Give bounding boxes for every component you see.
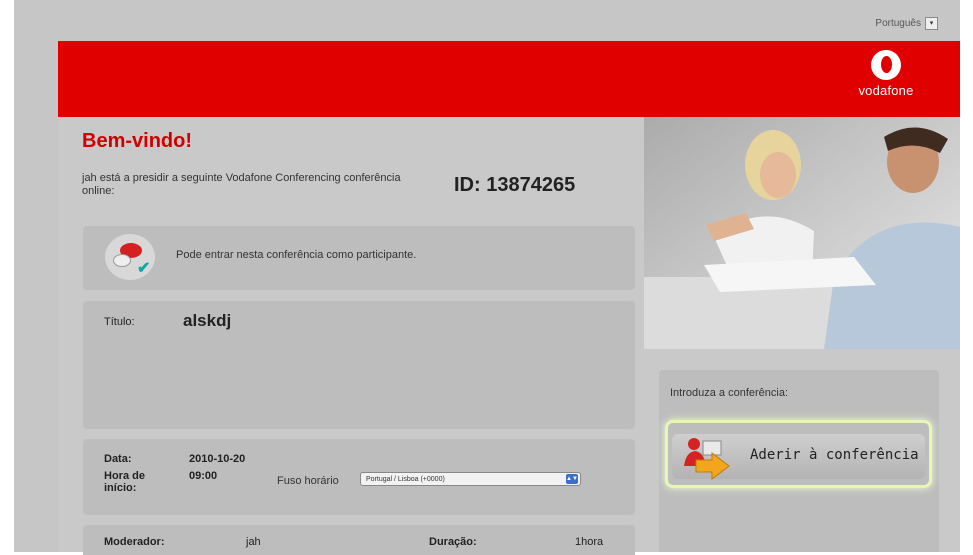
grey-bubble [113, 254, 131, 267]
duration-value: 1hora [575, 536, 604, 548]
title-value: alskdj [183, 311, 232, 330]
conference-id: ID: 13874265 [454, 174, 576, 196]
page-frame: Português ▾ vodafone Bem-vindo! jah está… [14, 0, 960, 555]
timezone-label: Fuso horário [277, 475, 339, 487]
duration-label: Duração: [429, 536, 477, 548]
brand-name: vodafone [858, 83, 914, 98]
moderator-value: jah [246, 536, 261, 548]
details-box: Data: 2010-10-20 Hora de início: 09:00 F… [83, 439, 635, 515]
welcome-heading: Bem-vindo! [82, 130, 192, 152]
language-label[interactable]: Português [875, 18, 921, 29]
participant-notice: Pode entrar nesta conferência como parti… [176, 249, 417, 261]
start-time-label: Hora de início: [104, 470, 145, 494]
moderator-box: Moderador: jah Duração: 1hora [83, 525, 635, 555]
date-value: 2010-10-20 [189, 453, 246, 465]
timezone-select[interactable]: Portugal / Lisboa (+0000) ▲▼ [360, 472, 581, 486]
language-selector[interactable]: Português ▾ [875, 17, 938, 30]
enter-conference-label: Introduza a conferência: [670, 387, 789, 399]
title-box: Título: alskdj [83, 301, 635, 429]
participant-notice-box: ✔ Pode entrar nesta conferência como par… [83, 226, 635, 290]
photo-illustration [644, 117, 960, 349]
title-label: Título: [104, 316, 135, 328]
join-panel: Introduza a conferência: Aderir à confer… [659, 370, 939, 552]
intro-text: jah está a presidir a seguinte Vodafone … [82, 172, 401, 197]
join-arrow-icon [684, 438, 730, 480]
checkmark-icon: ✔ [137, 260, 151, 277]
date-label: Data: [104, 453, 132, 465]
vodafone-logo: vodafone [850, 50, 922, 98]
join-button-label[interactable]: Aderir à conferência [750, 447, 919, 463]
start-time-value: 09:00 [189, 470, 218, 482]
header-bar: vodafone [58, 41, 960, 117]
join-button-face[interactable]: Aderir à conferência [672, 434, 925, 480]
timezone-value: Portugal / Lisboa (+0000) [366, 476, 445, 483]
dropdown-arrow-icon[interactable]: ▲▼ [566, 474, 578, 484]
chat-bubbles-icon: ✔ [105, 234, 155, 280]
vodafone-speechmark-icon [871, 50, 901, 80]
main-content: Bem-vindo! jah está a presidir a seguint… [58, 117, 960, 555]
business-people-photo [644, 117, 960, 349]
moderator-label: Moderador: [104, 536, 165, 548]
language-dropdown-icon[interactable]: ▾ [925, 17, 938, 30]
join-conference-button[interactable]: Aderir à conferência [665, 420, 932, 488]
